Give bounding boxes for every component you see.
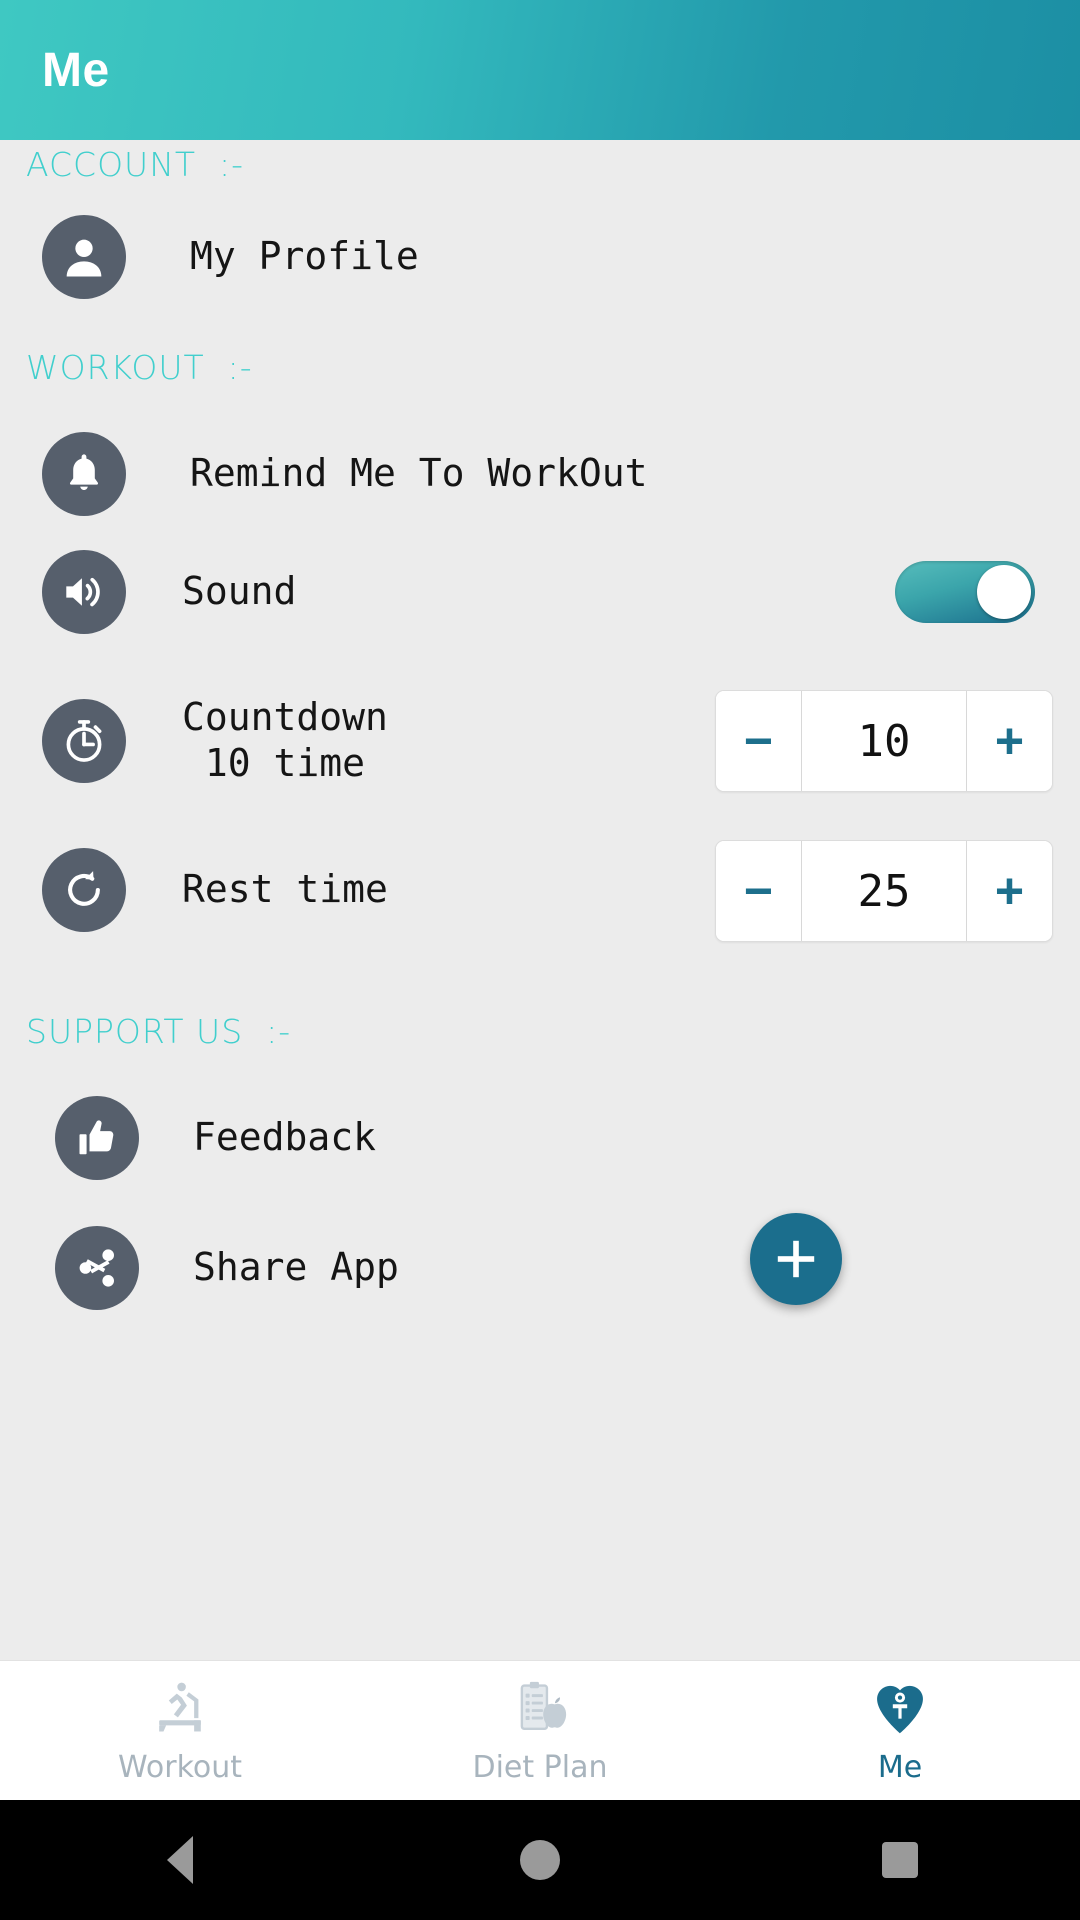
settings-list: ACCOUNT :- My Profile WORKOUT :- Remind …: [0, 140, 1080, 1660]
clipboard-apple-icon: [520, 1681, 567, 1731]
sound-toggle[interactable]: [895, 561, 1035, 623]
person-icon: [42, 215, 126, 299]
system-back-button[interactable]: [90, 1836, 270, 1884]
home-circle-icon: [520, 1840, 560, 1880]
bottom-navigation: Workout Diet Plan Me: [0, 1660, 1080, 1800]
row-feedback[interactable]: Feedback: [55, 1096, 376, 1180]
system-recents-button[interactable]: [810, 1842, 990, 1878]
app-screen: Me ACCOUNT :- My Profile WORKOUT :- Remi…: [0, 0, 1080, 1920]
refresh-icon: [42, 848, 126, 932]
back-triangle-icon: [167, 1836, 193, 1884]
rest-increment-button[interactable]: +: [966, 841, 1052, 941]
nav-label-diet-plan: Diet Plan: [472, 1750, 608, 1785]
row-label-feedback: Feedback: [193, 1115, 377, 1160]
add-fab-button[interactable]: [750, 1213, 842, 1305]
nav-item-diet-plan[interactable]: Diet Plan: [360, 1661, 720, 1800]
treadmill-icon: [159, 1682, 201, 1732]
section-header-account: ACCOUNT :-: [26, 145, 245, 184]
row-countdown[interactable]: Countdown 10 time: [42, 695, 388, 785]
row-rest-time[interactable]: Rest time: [42, 848, 388, 932]
countdown-line-2: 10 time: [182, 740, 366, 785]
app-bar: Me: [0, 0, 1080, 140]
thumbs-up-icon: [55, 1096, 139, 1180]
rest-decrement-button[interactable]: −: [716, 841, 802, 941]
row-my-profile[interactable]: My Profile: [42, 215, 419, 299]
row-label-rest-time: Rest time: [182, 867, 388, 912]
row-label-sound: Sound: [182, 569, 297, 614]
nav-label-me: Me: [877, 1750, 923, 1785]
rest-value[interactable]: 25: [802, 841, 966, 941]
speaker-icon: [42, 550, 126, 634]
row-label-share-app: Share App: [193, 1245, 399, 1290]
row-remind-me-to-workout[interactable]: Remind Me To WorkOut: [42, 432, 648, 516]
plus-icon: [777, 1240, 815, 1278]
section-header-support-us: SUPPORT US :-: [26, 1012, 292, 1051]
rest-time-stepper[interactable]: − 25 +: [715, 840, 1053, 942]
countdown-value[interactable]: 10: [802, 691, 966, 791]
countdown-increment-button[interactable]: +: [966, 691, 1052, 791]
system-navigation-bar: [0, 1800, 1080, 1920]
countdown-stepper[interactable]: − 10 +: [715, 690, 1053, 792]
recents-square-icon: [882, 1842, 918, 1878]
countdown-decrement-button[interactable]: −: [716, 691, 802, 791]
heart-person-icon: [877, 1685, 923, 1734]
row-label-my-profile: My Profile: [190, 234, 419, 279]
row-label-countdown: Countdown 10 time: [182, 695, 388, 785]
nav-item-me[interactable]: Me: [720, 1661, 1080, 1800]
nav-item-workout[interactable]: Workout: [0, 1661, 360, 1800]
share-icon: [55, 1226, 139, 1310]
row-share-app[interactable]: Share App: [55, 1226, 399, 1310]
section-header-workout: WORKOUT :-: [26, 348, 253, 387]
row-sound[interactable]: Sound: [42, 550, 296, 634]
stopwatch-icon: [42, 698, 126, 783]
page-title: Me: [42, 43, 110, 97]
bell-icon: [42, 432, 126, 516]
row-label-remind: Remind Me To WorkOut: [190, 451, 648, 496]
countdown-line-1: Countdown: [182, 695, 388, 739]
system-home-button[interactable]: [450, 1840, 630, 1880]
nav-label-workout: Workout: [117, 1750, 243, 1785]
toggle-knob: [977, 565, 1031, 619]
